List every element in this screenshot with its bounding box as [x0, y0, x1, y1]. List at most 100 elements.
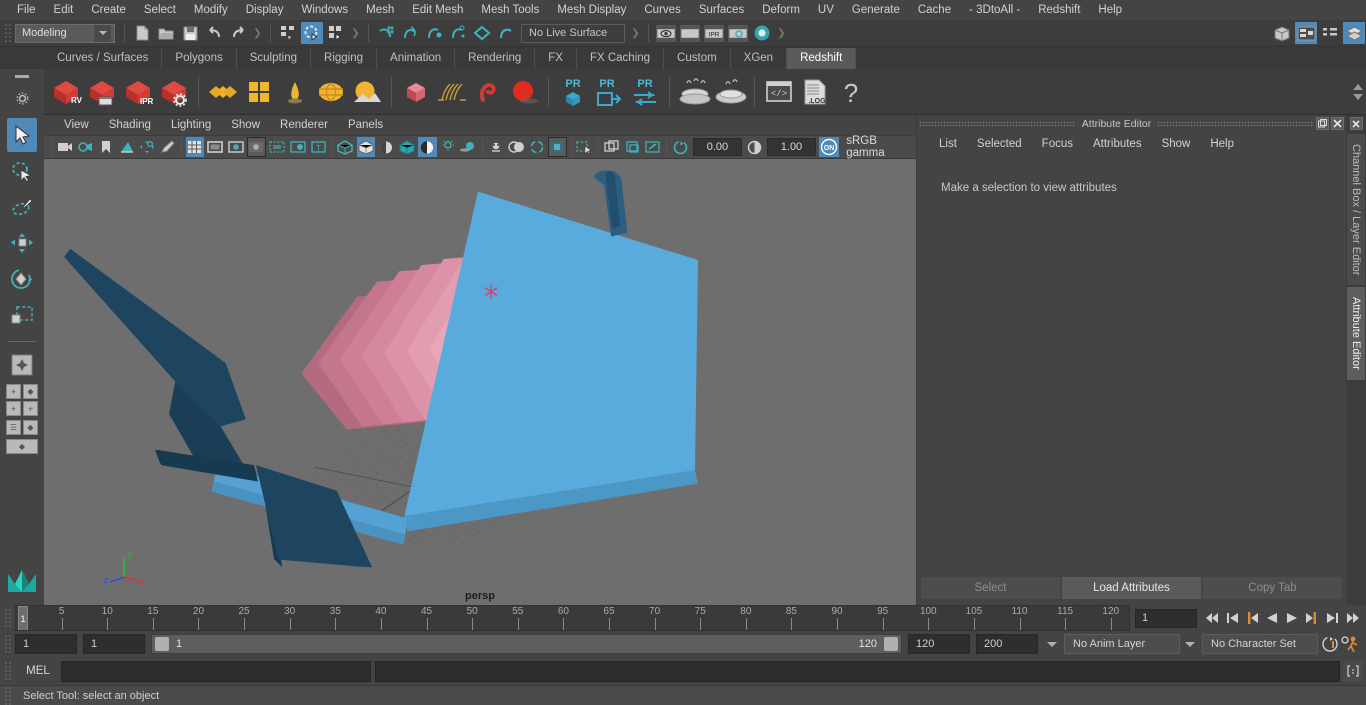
viewport-menu-view[interactable]: View: [54, 115, 99, 135]
range-grip[interactable]: [4, 634, 12, 654]
motion-blur-icon[interactable]: [486, 137, 504, 157]
shelf-tab-fx[interactable]: FX: [535, 48, 577, 69]
ipr-render-icon[interactable]: IPR: [703, 22, 725, 44]
ae-menu-focus[interactable]: Focus: [1032, 133, 1083, 155]
vertical-tab-attribute-editor[interactable]: Attribute Editor: [1347, 287, 1365, 381]
viewport-menu-lighting[interactable]: Lighting: [161, 115, 221, 135]
go-to-end-icon[interactable]: [1342, 608, 1362, 628]
step-back-frame-icon[interactable]: [1242, 608, 1262, 628]
menu-uv[interactable]: UV: [809, 0, 843, 20]
rotate-tool-button[interactable]: [7, 262, 37, 296]
live-surface-field[interactable]: No Live Surface: [521, 23, 625, 43]
command-line-grip[interactable]: [4, 661, 12, 681]
film-origin-icon[interactable]: [268, 137, 286, 157]
snap-to-view-plane-icon[interactable]: [471, 22, 493, 44]
go-to-start-icon[interactable]: [1202, 608, 1222, 628]
toolbar-collapse-arrow-4[interactable]: ❯: [777, 24, 786, 42]
menu-mesh[interactable]: Mesh: [357, 0, 403, 20]
menu-generate[interactable]: Generate: [843, 0, 909, 20]
range-slider-right-handle[interactable]: 120: [855, 637, 901, 651]
shelf-tab-redshift[interactable]: Redshift: [787, 48, 857, 69]
ae-menu-selected[interactable]: Selected: [967, 133, 1032, 155]
quick-layout-two-pane[interactable]: +: [6, 401, 21, 416]
help-question-icon[interactable]: ?: [833, 72, 869, 112]
viewport-copy-icon[interactable]: [623, 137, 641, 157]
redshift-sphere-icon[interactable]: [506, 72, 542, 112]
scale-tool-button[interactable]: [7, 298, 37, 332]
tool-settings-icon[interactable]: [1319, 22, 1341, 44]
character-set-caret-icon[interactable]: [1182, 634, 1198, 654]
menu-redshift[interactable]: Redshift: [1029, 0, 1089, 20]
undo-arrow-icon[interactable]: [203, 22, 225, 44]
step-forward-keyframe-icon[interactable]: [1322, 608, 1342, 628]
film-gate-icon[interactable]: [206, 137, 224, 157]
time-slider[interactable]: 5 10 15 20 25 30 35 40 45 50 55 60 65 70 75 80 85 90 95 100…: [15, 605, 1130, 631]
render-settings-icon[interactable]: [727, 22, 749, 44]
menu-surfaces[interactable]: Surfaces: [690, 0, 753, 20]
redshift-curve-icon[interactable]: [470, 72, 506, 112]
bookmark-icon[interactable]: [97, 137, 115, 157]
viewport-menu-show[interactable]: Show: [221, 115, 270, 135]
timeline-grip[interactable]: [4, 608, 12, 628]
shelf-tab-fx-caching[interactable]: FX Caching: [576, 48, 665, 69]
textured-icon[interactable]: [398, 137, 416, 157]
shelf-tab-custom[interactable]: Custom: [664, 48, 731, 69]
redshift-bake-2-icon[interactable]: [712, 72, 748, 112]
menu-mesh-display[interactable]: Mesh Display: [548, 0, 635, 20]
shelf-tab-animation[interactable]: Animation: [377, 48, 456, 69]
redshift-render-settings-icon[interactable]: [156, 72, 192, 112]
snap-to-projected-center-icon[interactable]: [447, 22, 469, 44]
lasso-select-tool-button[interactable]: [7, 154, 37, 188]
attribute-editor-icon[interactable]: [1295, 22, 1317, 44]
range-slider-left-handle[interactable]: 1: [152, 637, 186, 651]
image-plane-icon[interactable]: [117, 137, 135, 157]
step-back-keyframe-icon[interactable]: [1222, 608, 1242, 628]
redshift-dome-light-icon[interactable]: [313, 72, 349, 112]
open-folder-icon[interactable]: [155, 22, 177, 44]
script-editor-icon[interactable]: </>: [761, 72, 797, 112]
redshift-material-diamond-icon[interactable]: [205, 72, 241, 112]
quick-layout-single-pane[interactable]: +: [6, 384, 21, 399]
shadows-icon[interactable]: [439, 137, 457, 157]
menu-curves[interactable]: Curves: [635, 0, 689, 20]
vertical-tab-channel-box[interactable]: Channel Box / Layer Editor: [1347, 134, 1365, 286]
play-forwards-icon[interactable]: [1282, 608, 1302, 628]
select-tool-button[interactable]: [7, 118, 37, 152]
quick-layout-persp-2[interactable]: ◆: [23, 420, 38, 435]
menu-3dtoall[interactable]: - 3DtoAll -: [960, 0, 1029, 20]
channel-box-layer-editor-icon[interactable]: [1343, 22, 1365, 44]
two-d-pan-zoom-icon[interactable]: [138, 137, 156, 157]
shelf-tab-sculpting[interactable]: Sculpting: [236, 48, 312, 69]
menu-select[interactable]: Select: [135, 0, 185, 20]
gear-icon[interactable]: [15, 92, 29, 108]
ae-menu-help[interactable]: Help: [1200, 133, 1244, 155]
last-tool-used-button[interactable]: [7, 348, 37, 382]
use-all-lights-icon[interactable]: [418, 137, 437, 157]
multisample-icon[interactable]: [507, 137, 525, 157]
shelf-tab-polygons[interactable]: Polygons: [162, 48, 237, 69]
viewport-menu-renderer[interactable]: Renderer: [270, 115, 338, 135]
redshift-render-view-icon[interactable]: RV: [48, 72, 84, 112]
toolbar-grip[interactable]: [4, 23, 12, 43]
perspective-viewport[interactable]: y x z persp: [44, 159, 916, 605]
camera-attributes-icon[interactable]: [76, 137, 94, 157]
redshift-ipr-icon[interactable]: IPR: [120, 72, 156, 112]
isolate-select-icon[interactable]: [547, 137, 567, 157]
menu-display[interactable]: Display: [237, 0, 293, 20]
select-button[interactable]: Select: [921, 577, 1060, 599]
gamma-icon[interactable]: [745, 137, 763, 157]
snap-to-grid-icon[interactable]: [375, 22, 397, 44]
scroll-up-icon[interactable]: [1353, 83, 1363, 90]
select-camera-icon[interactable]: [56, 137, 74, 157]
redshift-material-grid-icon[interactable]: [241, 72, 277, 112]
menu-edit-mesh[interactable]: Edit Mesh: [403, 0, 472, 20]
quick-layout-persp[interactable]: ◆: [23, 384, 38, 399]
viewport-snapshot-icon[interactable]: [603, 137, 621, 157]
toolbar-collapse-arrow-3[interactable]: ❯: [631, 24, 640, 42]
redshift-proxy-export-icon[interactable]: PR: [555, 72, 591, 112]
animation-end-field[interactable]: 200: [976, 634, 1038, 654]
shelf-tab-rendering[interactable]: Rendering: [455, 48, 536, 69]
color-management-toggle-icon[interactable]: ON: [819, 137, 840, 157]
render-view-icon[interactable]: [655, 22, 677, 44]
script-editor-button-icon[interactable]: [1343, 660, 1363, 682]
